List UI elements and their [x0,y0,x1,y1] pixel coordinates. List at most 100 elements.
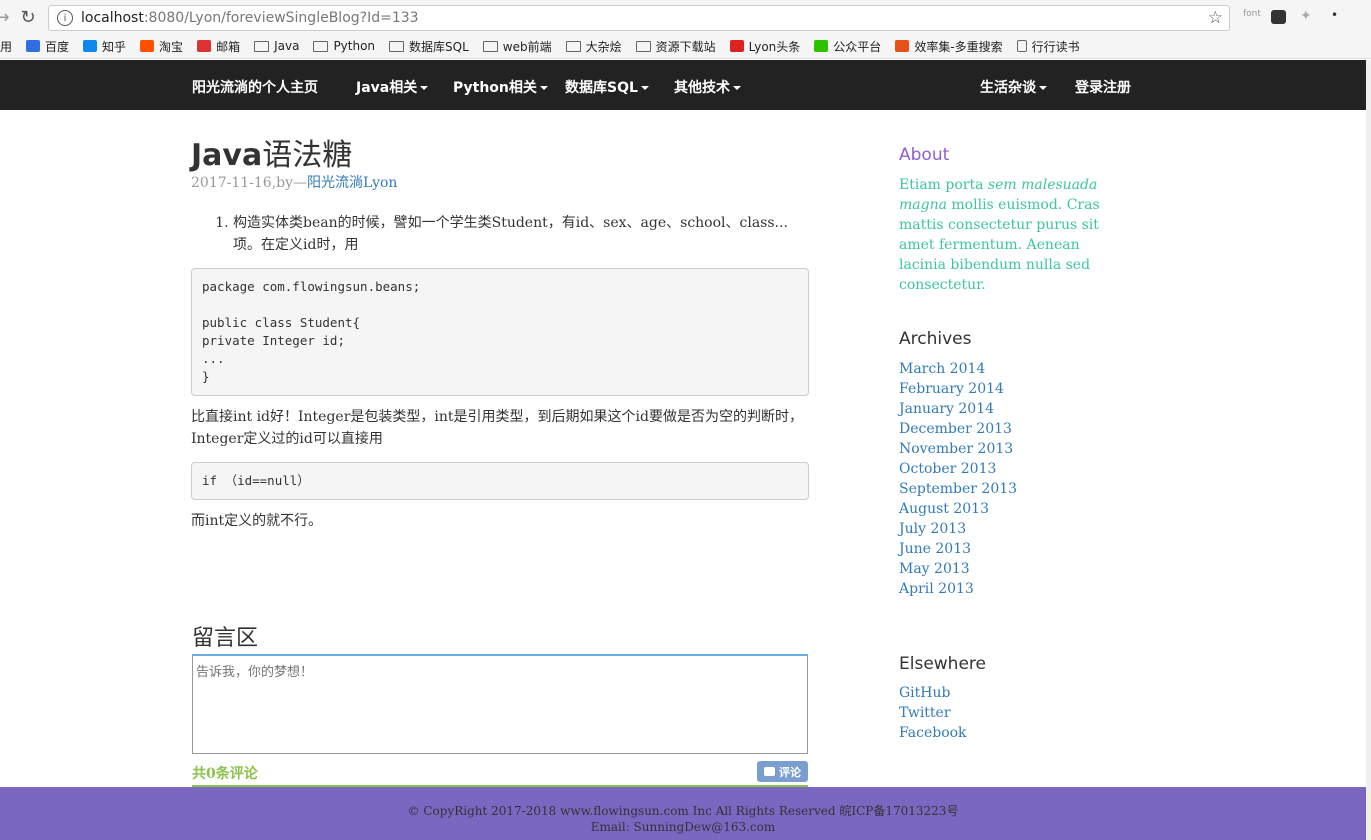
page-scrollbar[interactable] [1366,60,1371,840]
footer-email: Email: SunningDew@163.com [590,820,776,834]
code-block-class: package com.flowingsun.beans; public cla… [191,268,809,396]
bookmark-item[interactable]: 百度 [26,38,69,55]
bookmark-item[interactable]: 大杂烩 [565,38,622,55]
bookmark-label: 效率集-多重搜索 [914,39,1003,54]
post-paragraph: 比直接int id好！Integer是包装类型，int是引用类型，到后期如果这个… [191,409,803,447]
site-info-icon[interactable]: i [57,10,73,26]
bookmark-label: web前端 [502,39,552,54]
archive-link[interactable]: March 2014 [899,359,1017,379]
elsewhere-link[interactable]: GitHub [899,683,967,703]
nav-other-label: 其他技术 [674,80,730,96]
archive-link[interactable]: September 2013 [899,479,1017,499]
nav-sql-label: 数据库SQL [565,80,638,96]
post-title-latin: Java [191,138,263,173]
bookmarks-bar: 用 百度 知乎 淘宝 邮箱 Java Python 数据库SQL web前端 大杂烩 资源下载站 Ly… [0,34,1371,59]
bookmark-label: 大杂烩 [585,39,622,54]
comment-bubble-icon [764,767,775,776]
folder-icon [254,40,270,52]
post-author-link[interactable]: 阳光流淌Lyon [307,175,397,191]
nav-life-label: 生活杂谈 [980,80,1036,96]
post-title-cjk: 语法糖 [262,138,353,173]
post-list-item: 构造实体类bean的时候，譬如一个学生类Student，有id、sex、age、… [233,212,809,256]
site-favicon-icon [197,40,212,52]
bookmark-label: Lyon头条 [748,39,801,54]
comment-input[interactable] [192,654,808,754]
caret-down-icon [539,86,548,90]
elsewhere-heading: Elsewhere [899,654,986,674]
bookmark-item[interactable]: 用 [0,38,12,55]
bookmark-item[interactable]: 淘宝 [140,38,183,55]
archive-link[interactable]: November 2013 [899,439,1017,459]
page-icon [1016,40,1027,52]
font-extension-icon[interactable]: font [1243,9,1261,19]
nav-python-dropdown[interactable]: Python相关 [453,77,548,97]
about-text: Etiam porta sem malesuada magna mollis e… [899,175,1119,295]
archive-link[interactable]: October 2013 [899,459,1017,479]
comment-submit-button[interactable]: 评论 [757,761,808,782]
archive-link[interactable]: May 2013 [899,559,1017,579]
bookmark-label: 公众平台 [833,39,882,54]
browser-toolbar: → ↻ i localhost:8080/Lyon/foreviewSingle… [0,0,1371,34]
bookmark-item[interactable]: Java [254,39,299,53]
nav-java-label: Java相关 [356,80,418,96]
caret-down-icon [640,86,649,90]
bookmark-item[interactable]: 效率集-多重搜索 [895,38,1003,55]
site-favicon-icon [83,40,98,52]
caret-down-icon [733,86,741,90]
bookmark-item[interactable]: 资源下载站 [635,38,716,55]
bookmark-label: 数据库SQL [409,39,469,54]
bookmark-item[interactable]: Lyon头条 [729,38,801,55]
comment-submit-label: 评论 [779,765,801,779]
site-favicon-icon [26,40,41,52]
archive-link[interactable]: June 2013 [899,539,1017,559]
reload-icon[interactable]: ↻ [18,7,38,28]
archive-link[interactable]: August 2013 [899,499,1017,519]
archive-link[interactable]: February 2014 [899,379,1017,399]
bookmark-label: 行行读书 [1031,39,1080,54]
bird-extension-icon[interactable]: ✦ [1300,8,1312,24]
bookmark-item[interactable]: 数据库SQL [389,38,469,55]
site-favicon-icon [814,40,829,52]
nav-life-dropdown[interactable]: 生活杂谈 [980,77,1047,97]
about-text-part: Etiam porta [899,177,988,193]
site-footer: © CopyRight 2017-2018 www.flowingsun.com… [0,787,1366,840]
site-navbar: 阳光流淌的个人主页 Java相关 Python相关 数据库SQL 其他技术 生活… [0,60,1366,110]
back-arrow-icon[interactable]: → [0,7,12,28]
brand-link[interactable]: 阳光流淌的个人主页 [192,77,318,97]
elsewhere-link[interactable]: Twitter [899,703,967,723]
tampermonkey-extension-icon[interactable] [1271,10,1286,24]
about-heading: About [899,145,950,165]
nav-java-dropdown[interactable]: Java相关 [356,77,429,97]
nav-python-label: Python相关 [453,80,537,96]
folder-icon [565,40,581,52]
bookmark-item[interactable]: 邮箱 [197,38,240,55]
bookmark-label: 邮箱 [216,39,241,54]
folder-icon [389,40,405,52]
bookmark-label: Java [274,39,300,53]
bookmark-star-icon[interactable]: ☆ [1208,8,1223,28]
folder-icon [482,40,498,52]
folder-icon [313,40,329,52]
bookmark-label: 知乎 [102,39,127,54]
url-host: localhost [81,10,144,26]
address-bar[interactable]: i localhost:8080/Lyon/foreviewSingleBlog… [48,5,1230,31]
bookmark-item[interactable]: 公众平台 [814,38,881,55]
nav-other-dropdown[interactable]: 其他技术 [674,77,741,97]
post-body: 构造实体类bean的时候，譬如一个学生类Student，有id、sex、age、… [191,212,809,532]
archive-link[interactable]: July 2013 [899,519,1017,539]
nav-sql-dropdown[interactable]: 数据库SQL [565,77,649,97]
nav-login-link[interactable]: 登录注册 [1075,77,1131,97]
bookmark-item[interactable]: 知乎 [83,38,126,55]
post-meta: 2017-11-16,by—阳光流淌Lyon [191,172,397,192]
archive-link[interactable]: January 2014 [899,399,1017,419]
archive-link[interactable]: December 2013 [899,419,1017,439]
post-title: Java语法糖 [191,130,352,174]
bookmark-label: 淘宝 [159,39,184,54]
dot-extension-icon[interactable]: • [1331,8,1338,22]
bookmark-item[interactable]: 行行读书 [1016,38,1080,55]
elsewhere-link[interactable]: Facebook [899,723,967,743]
bookmark-item[interactable]: web前端 [482,38,552,55]
bookmark-item[interactable]: Python [313,39,375,53]
elsewhere-list: GitHub Twitter Facebook [899,683,967,743]
archive-link[interactable]: April 2013 [899,579,1017,599]
